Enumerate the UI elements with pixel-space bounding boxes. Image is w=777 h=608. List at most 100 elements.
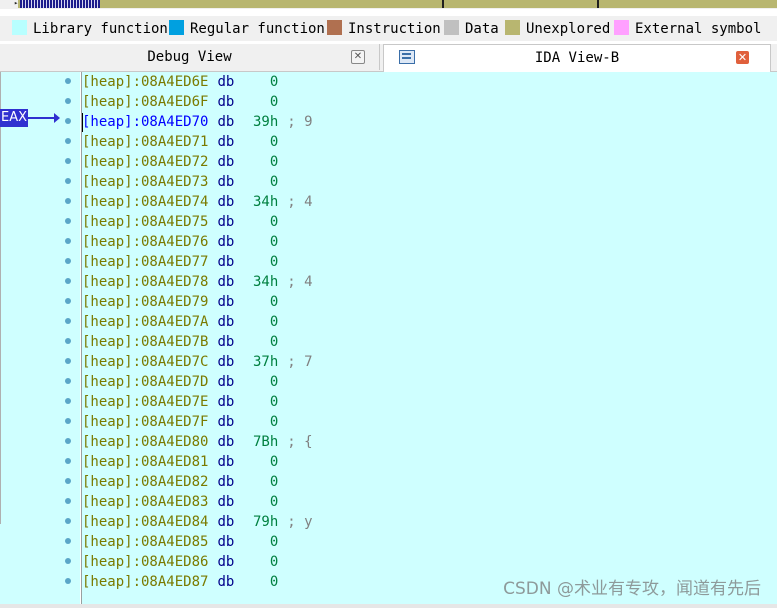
row-address: [heap]:08A4ED70	[82, 114, 209, 130]
breakpoint-dot-icon[interactable]	[65, 278, 71, 284]
listing-row[interactable]: [heap]:08A4ED7E db 0	[65, 392, 287, 412]
instruction-swatch	[327, 20, 342, 35]
tab-label: Debug View	[147, 49, 232, 65]
listing-row[interactable]: [heap]:08A4ED7C db 37h ; 7	[65, 352, 313, 372]
row-directive: db	[217, 434, 235, 450]
breakpoint-dot-icon[interactable]	[65, 178, 71, 184]
row-value: 0	[269, 454, 279, 470]
listing-row[interactable]: [heap]:08A4ED78 db 34h ; 4	[65, 272, 313, 292]
breakpoint-dot-icon[interactable]	[65, 458, 71, 464]
listing-row[interactable]: [heap]:08A4ED7A db 0	[65, 312, 287, 332]
breakpoint-dot-icon[interactable]	[65, 238, 71, 244]
legend-label: External symbol	[635, 21, 762, 37]
listing-row[interactable]: [heap]:08A4ED7B db 0	[65, 332, 287, 352]
row-directive: db	[217, 474, 235, 490]
listing-row[interactable]: [heap]:08A4ED6E db 0	[65, 72, 287, 92]
horizontal-scrollbar[interactable]	[0, 604, 777, 608]
row-directive: db	[217, 214, 235, 230]
listing-row[interactable]: [heap]:08A4ED73 db 0	[65, 172, 287, 192]
row-directive: db	[217, 454, 235, 470]
breakpoint-dot-icon[interactable]	[65, 578, 71, 584]
row-directive: db	[217, 74, 235, 90]
row-address: [heap]:08A4ED6E	[82, 74, 209, 90]
listing-row[interactable]: [heap]:08A4ED72 db 0	[65, 152, 287, 172]
legend-label: Data	[465, 21, 499, 37]
navigation-band[interactable]: ▸	[0, 0, 777, 9]
row-address: [heap]:08A4ED7E	[82, 394, 209, 410]
tab-debug-view[interactable]: Debug View ✕	[0, 44, 380, 70]
row-directive: db	[217, 234, 235, 250]
gutter-divider	[0, 72, 1, 524]
listing-row[interactable]: [heap]:08A4ED76 db 0	[65, 232, 287, 252]
breakpoint-dot-icon[interactable]	[65, 198, 71, 204]
breakpoint-dot-icon[interactable]	[65, 298, 71, 304]
row-address: [heap]:08A4ED80	[82, 434, 209, 450]
listing-row[interactable]: [heap]:08A4ED71 db 0	[65, 132, 287, 152]
breakpoint-dot-icon[interactable]	[65, 258, 71, 264]
breakpoint-dot-icon[interactable]	[65, 538, 71, 544]
row-address: [heap]:08A4ED82	[82, 474, 209, 490]
breakpoint-dot-icon[interactable]	[65, 378, 71, 384]
breakpoint-dot-icon[interactable]	[65, 498, 71, 504]
row-value: 0	[269, 574, 279, 590]
breakpoint-dot-icon[interactable]	[65, 558, 71, 564]
breakpoint-dot-icon[interactable]	[65, 418, 71, 424]
breakpoint-dot-icon[interactable]	[65, 118, 71, 124]
breakpoint-dot-icon[interactable]	[65, 358, 71, 364]
breakpoint-dot-icon[interactable]	[65, 98, 71, 104]
row-value: 0	[269, 474, 279, 490]
row-address: [heap]:08A4ED83	[82, 494, 209, 510]
breakpoint-dot-icon[interactable]	[65, 158, 71, 164]
row-directive: db	[217, 174, 235, 190]
breakpoint-dot-icon[interactable]	[65, 138, 71, 144]
close-icon[interactable]: ✕	[351, 50, 365, 64]
legend-item-instruction: Instruction	[327, 20, 441, 38]
breakpoint-dot-icon[interactable]	[65, 518, 71, 524]
nav-band-track[interactable]	[18, 0, 777, 8]
breakpoint-dot-icon[interactable]	[65, 338, 71, 344]
row-directive: db	[217, 374, 235, 390]
listing-row[interactable]: [heap]:08A4ED77 db 0	[65, 252, 287, 272]
close-icon[interactable]: ✕	[736, 51, 749, 64]
listing-row[interactable]: [heap]:08A4ED84 db 79h ; y	[65, 512, 313, 532]
breakpoint-dot-icon[interactable]	[65, 438, 71, 444]
listing-row[interactable]: [heap]:08A4ED82 db 0	[65, 472, 287, 492]
row-address: [heap]:08A4ED85	[82, 534, 209, 550]
listing-row[interactable]: [heap]:08A4ED86 db 0	[65, 552, 287, 572]
eax-register-label[interactable]: EAX	[0, 109, 28, 127]
breakpoint-dot-icon[interactable]	[65, 218, 71, 224]
row-directive: db	[217, 194, 235, 210]
listing-row[interactable]: [heap]:08A4ED85 db 0	[65, 532, 287, 552]
row-comment: ; {	[287, 434, 313, 450]
row-address: [heap]:08A4ED76	[82, 234, 209, 250]
row-address: [heap]:08A4ED77	[82, 254, 209, 270]
ida-disassembly-view[interactable]: [heap]:08A4ED6E db 0 [heap]:08A4ED6F db 0 [hea…	[65, 72, 777, 608]
listing-row[interactable]: [heap]:08A4ED87 db 0	[65, 572, 287, 592]
listing-row[interactable]: [heap]:08A4ED83 db 0	[65, 492, 287, 512]
listing-row[interactable]: [heap]:08A4ED75 db 0	[65, 212, 287, 232]
listing-row[interactable]: [heap]:08A4ED80 db 7Bh ; {	[65, 432, 313, 452]
listing-row[interactable]: [heap]:08A4ED7D db 0	[65, 372, 287, 392]
tab-ida-view-b[interactable]: IDA View-B ✕	[383, 44, 771, 72]
row-address: [heap]:08A4ED71	[82, 134, 209, 150]
nav-band-marker	[597, 0, 599, 8]
row-directive: db	[217, 294, 235, 310]
row-directive: db	[217, 254, 235, 270]
breakpoint-dot-icon[interactable]	[65, 318, 71, 324]
row-value: 0	[269, 534, 279, 550]
row-directive: db	[217, 534, 235, 550]
listing-row[interactable]: [heap]:08A4ED70 db 39h ; 9	[65, 112, 313, 132]
listing-row[interactable]: [heap]:08A4ED7F db 0	[65, 412, 287, 432]
row-address: [heap]:08A4ED7D	[82, 374, 209, 390]
row-directive: db	[217, 394, 235, 410]
legend-label: Unexplored	[526, 21, 611, 37]
listing-row[interactable]: [heap]:08A4ED6F db 0	[65, 92, 287, 112]
breakpoint-dot-icon[interactable]	[65, 78, 71, 84]
breakpoint-dot-icon[interactable]	[65, 478, 71, 484]
row-value: 0	[269, 314, 279, 330]
breakpoint-dot-icon[interactable]	[65, 398, 71, 404]
listing-row[interactable]: [heap]:08A4ED79 db 0	[65, 292, 287, 312]
listing-row[interactable]: [heap]:08A4ED81 db 0	[65, 452, 287, 472]
row-value: 0	[269, 134, 279, 150]
listing-row[interactable]: [heap]:08A4ED74 db 34h ; 4	[65, 192, 313, 212]
